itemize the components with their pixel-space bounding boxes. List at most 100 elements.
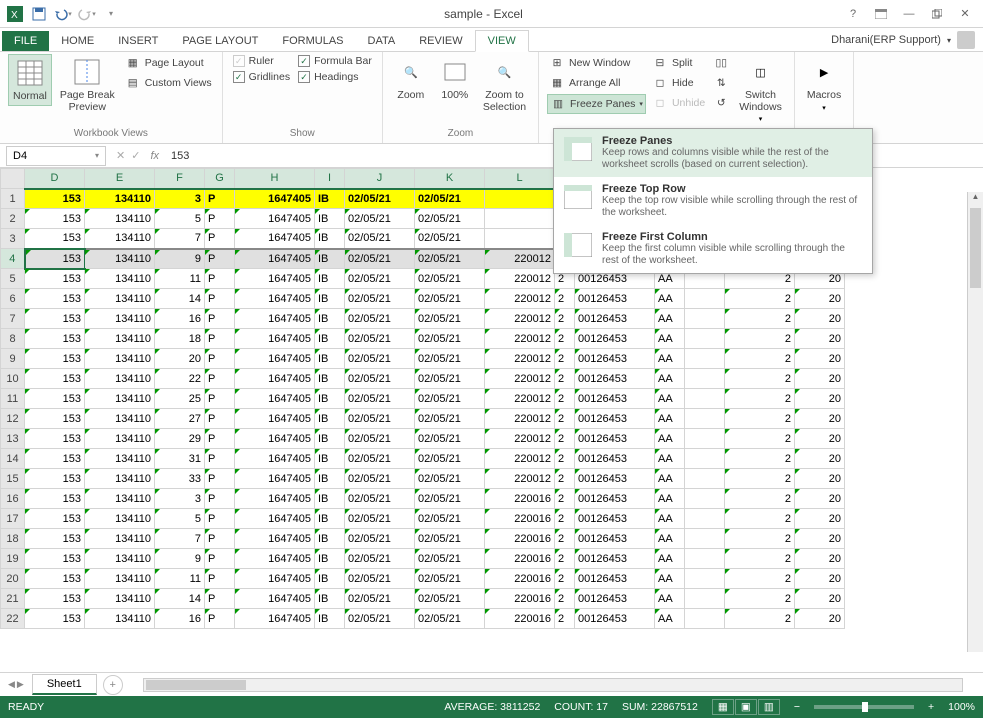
column-header[interactable]: F — [155, 169, 205, 189]
redo-icon[interactable]: ▾ — [76, 3, 98, 25]
tab-data[interactable]: DATA — [356, 31, 408, 51]
cell[interactable]: 134110 — [85, 349, 155, 369]
cell[interactable]: 02/05/21 — [345, 409, 415, 429]
scroll-thumb[interactable] — [146, 680, 246, 690]
cell[interactable]: 00126453 — [575, 329, 655, 349]
normal-view-icon[interactable]: ▦ — [712, 699, 734, 715]
cell[interactable]: 2 — [725, 289, 795, 309]
row-header[interactable]: 10 — [1, 369, 25, 389]
macros-button[interactable]: ▶Macros▾ — [803, 54, 845, 114]
cell[interactable]: 02/05/21 — [415, 529, 485, 549]
cell[interactable]: IB — [315, 549, 345, 569]
cell[interactable]: P — [205, 189, 235, 209]
cell[interactable]: 134110 — [85, 389, 155, 409]
cell[interactable]: P — [205, 229, 235, 249]
cell[interactable]: IB — [315, 249, 345, 269]
cell[interactable]: 1647405 — [235, 329, 315, 349]
cell[interactable] — [685, 289, 725, 309]
cell[interactable]: AA — [655, 369, 685, 389]
cell[interactable]: 25 — [155, 389, 205, 409]
cell[interactable]: IB — [315, 569, 345, 589]
cell[interactable] — [685, 469, 725, 489]
cell[interactable]: 153 — [25, 609, 85, 629]
cell[interactable]: AA — [655, 569, 685, 589]
formulabar-checkbox[interactable]: ✓Formula Bar — [296, 54, 374, 68]
cell[interactable]: P — [205, 329, 235, 349]
cell[interactable]: 2 — [725, 429, 795, 449]
cell[interactable]: 02/05/21 — [345, 469, 415, 489]
cell[interactable]: 20 — [155, 349, 205, 369]
cell[interactable]: 220016 — [485, 609, 555, 629]
tab-file[interactable]: FILE — [2, 31, 49, 51]
cell[interactable]: 22 — [155, 369, 205, 389]
cell[interactable]: IB — [315, 369, 345, 389]
cell[interactable] — [485, 209, 555, 229]
cell[interactable]: AA — [655, 329, 685, 349]
horizontal-scrollbar[interactable] — [143, 678, 963, 692]
cell[interactable]: IB — [315, 269, 345, 289]
minimize-icon[interactable]: — — [897, 4, 921, 24]
cell[interactable]: 134110 — [85, 449, 155, 469]
row-header[interactable]: 17 — [1, 509, 25, 529]
cell[interactable]: 134110 — [85, 309, 155, 329]
column-header[interactable]: K — [415, 169, 485, 189]
cell[interactable]: 2 — [725, 549, 795, 569]
tab-review[interactable]: REVIEW — [407, 31, 474, 51]
cell[interactable]: 220012 — [485, 269, 555, 289]
cell[interactable]: AA — [655, 589, 685, 609]
cell[interactable]: 134110 — [85, 209, 155, 229]
cell[interactable]: 9 — [155, 549, 205, 569]
cell[interactable]: AA — [655, 489, 685, 509]
cell[interactable]: 134110 — [85, 269, 155, 289]
cell[interactable]: 02/05/21 — [345, 549, 415, 569]
cell[interactable]: 220012 — [485, 369, 555, 389]
cell[interactable]: 00126453 — [575, 429, 655, 449]
cell[interactable]: 134110 — [85, 509, 155, 529]
cell[interactable]: P — [205, 489, 235, 509]
cancel-formula-icon[interactable]: ✕ — [116, 149, 125, 162]
cell[interactable]: 02/05/21 — [345, 229, 415, 249]
cell[interactable]: 7 — [155, 229, 205, 249]
cell[interactable]: 20 — [795, 569, 845, 589]
cell[interactable]: 153 — [25, 549, 85, 569]
cell[interactable]: 02/05/21 — [415, 309, 485, 329]
cell[interactable] — [685, 389, 725, 409]
freeze-first-column-option[interactable]: Freeze First ColumnKeep the first column… — [554, 225, 872, 273]
cell[interactable]: P — [205, 429, 235, 449]
headings-checkbox[interactable]: ✓Headings — [296, 70, 374, 84]
cell[interactable]: 02/05/21 — [345, 349, 415, 369]
cell[interactable]: 14 — [155, 289, 205, 309]
cell[interactable]: 153 — [25, 569, 85, 589]
cell[interactable]: 00126453 — [575, 349, 655, 369]
cell[interactable]: 1647405 — [235, 249, 315, 269]
cell[interactable]: 20 — [795, 609, 845, 629]
cell[interactable]: 1647405 — [235, 469, 315, 489]
cell[interactable]: 00126453 — [575, 569, 655, 589]
row-header[interactable]: 22 — [1, 609, 25, 629]
freeze-top-row-option[interactable]: Freeze Top RowKeep the top row visible w… — [554, 177, 872, 225]
cell[interactable]: 1647405 — [235, 569, 315, 589]
cell[interactable]: AA — [655, 289, 685, 309]
cell[interactable]: 2 — [725, 609, 795, 629]
row-header[interactable]: 20 — [1, 569, 25, 589]
cell[interactable]: 134110 — [85, 429, 155, 449]
cell[interactable]: 02/05/21 — [345, 189, 415, 209]
cell[interactable]: 153 — [25, 189, 85, 209]
cell[interactable]: 18 — [155, 329, 205, 349]
cell[interactable]: 153 — [25, 429, 85, 449]
cell[interactable]: 29 — [155, 429, 205, 449]
cell[interactable]: P — [205, 509, 235, 529]
normal-view-button[interactable]: Normal — [8, 54, 52, 106]
cell[interactable]: 153 — [25, 329, 85, 349]
cell[interactable] — [685, 369, 725, 389]
cell[interactable]: 00126453 — [575, 449, 655, 469]
cell[interactable]: 02/05/21 — [345, 489, 415, 509]
row-header[interactable]: 1 — [1, 189, 25, 209]
cell[interactable]: 220012 — [485, 349, 555, 369]
freeze-panes-option[interactable]: Freeze PanesKeep rows and columns visibl… — [554, 129, 872, 177]
cell[interactable]: 02/05/21 — [345, 429, 415, 449]
cell[interactable]: IB — [315, 609, 345, 629]
cell[interactable]: 20 — [795, 489, 845, 509]
cell[interactable]: 1647405 — [235, 409, 315, 429]
cell[interactable]: IB — [315, 349, 345, 369]
